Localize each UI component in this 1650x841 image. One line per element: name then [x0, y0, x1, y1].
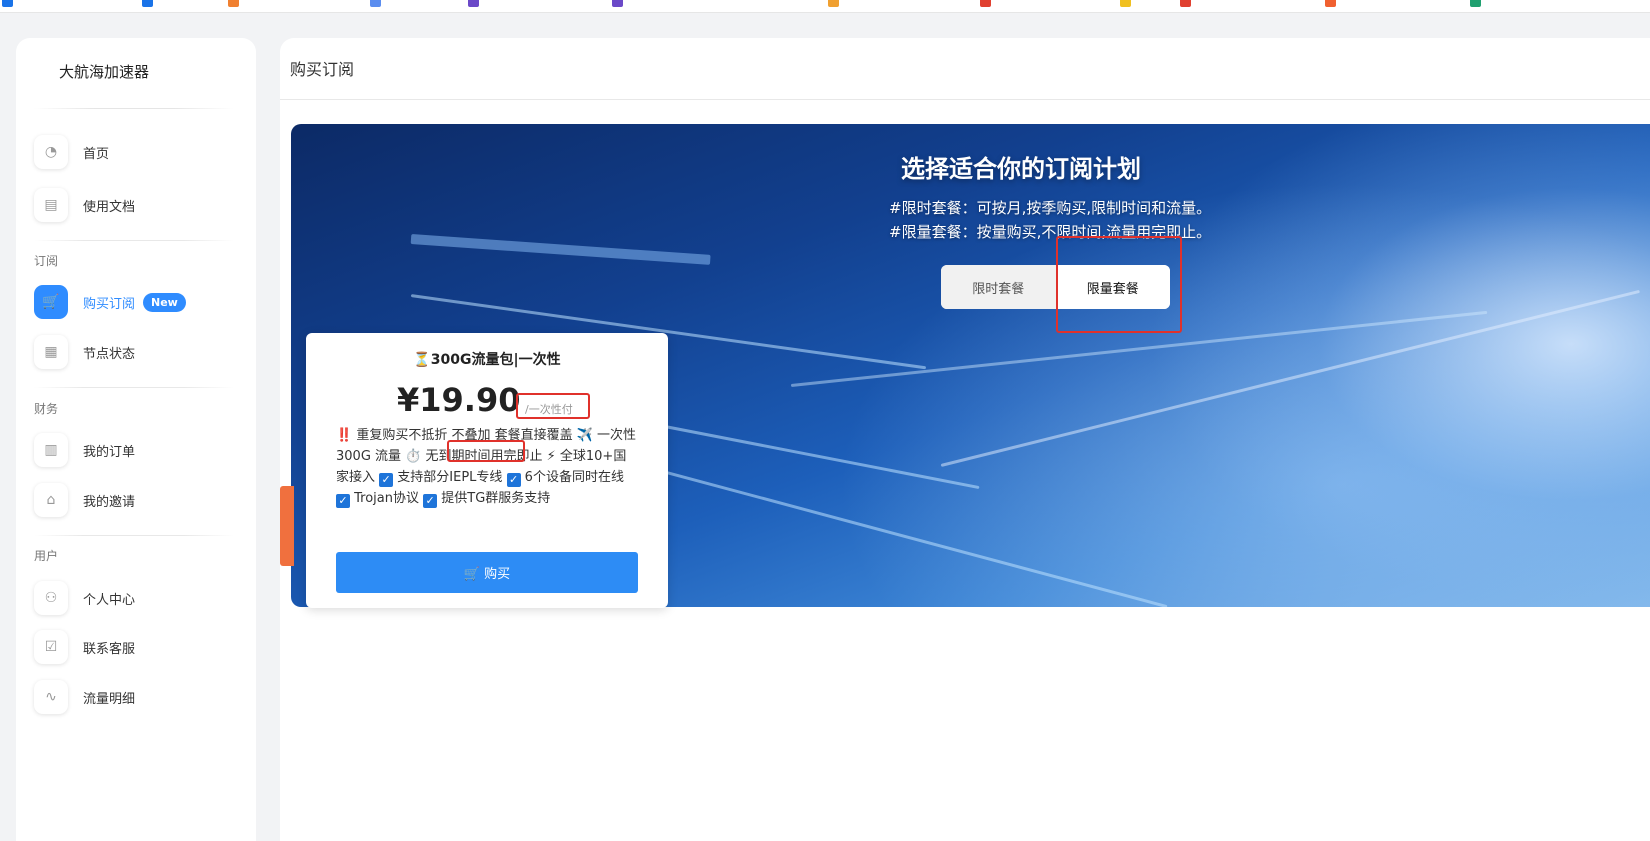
bookmark-item[interactable]: [468, 0, 483, 8]
bookmark-item[interactable]: [1120, 0, 1135, 8]
bookmark-item[interactable]: [228, 0, 243, 8]
section-divider: [34, 535, 234, 536]
plan-card: ⏳300G流量包|一次性 ¥19.90 /一次性付 ‼️ 重复购买不抵折 不叠加…: [306, 333, 668, 608]
bookmark-favicon-icon: [612, 0, 623, 7]
bookmark-favicon-icon: [370, 0, 381, 7]
tab-time-limited-plan[interactable]: 限时套餐: [941, 265, 1056, 309]
annotation-highlight-box: [1056, 236, 1182, 333]
bookmarks-bar: [0, 0, 1650, 13]
section-title-finance: 财务: [34, 402, 59, 416]
gift-icon: ⌂: [34, 483, 68, 517]
bookmark-favicon-icon: [1470, 0, 1481, 7]
sidebar-item-my-orders[interactable]: ▥ 我的订单: [34, 432, 244, 468]
sidebar-item-label: 购买订阅: [83, 296, 136, 312]
bookmark-favicon-icon: [142, 0, 153, 7]
bookmark-item[interactable]: [142, 0, 157, 8]
sidebar-item-label: 流量明细: [83, 691, 136, 707]
annotation-highlight-box: [447, 440, 525, 462]
check-icon: ✓: [506, 473, 521, 487]
bookmark-favicon-icon: [1325, 0, 1336, 7]
sidebar-item-label: 首页: [83, 146, 110, 162]
annotation-highlight-box: [516, 393, 590, 419]
sidebar: 大航海加速器 ◔ 首页 ▤ 使用文档 订阅 🛒 购买订阅 New ▦ 节点状态 …: [16, 38, 256, 841]
check-icon: ✓: [336, 494, 350, 508]
grid-icon: ▦: [34, 335, 68, 369]
brand-title: 大航海加速器: [59, 63, 150, 81]
feature-text: 提供TG群服务支持: [437, 491, 551, 506]
sidebar-item-node-status[interactable]: ▦ 节点状态: [34, 334, 244, 370]
feature-text: Trojan协议: [350, 491, 424, 506]
sidebar-item-home[interactable]: ◔ 首页: [34, 134, 244, 170]
section-title-user: 用户: [34, 549, 59, 563]
sidebar-item-label: 个人中心: [83, 592, 136, 608]
section-divider: [34, 240, 234, 241]
new-badge: New: [143, 292, 186, 312]
check-icon: ✓: [379, 473, 394, 487]
side-tab: [280, 486, 294, 566]
sidebar-item-profile[interactable]: ⚇ 个人中心: [34, 580, 244, 616]
sidebar-item-support[interactable]: ☑ 联系客服: [34, 629, 244, 665]
decor-streak: [940, 289, 1640, 467]
sidebar-item-label: 使用文档: [83, 199, 136, 215]
feature-text: 支持部分IEPL专线: [393, 470, 507, 485]
hero-title: 选择适合你的订阅计划: [901, 155, 1141, 183]
sidebar-item-label: 节点状态: [83, 346, 136, 362]
dashboard-icon: ◔: [34, 135, 68, 169]
bookmark-favicon-icon: [828, 0, 839, 7]
buy-button[interactable]: 🛒 购买: [336, 552, 638, 593]
bookmark-favicon-icon: [2, 0, 13, 7]
sidebar-item-label: 联系客服: [83, 641, 136, 657]
sidebar-item-label: 我的订单: [83, 444, 136, 460]
bookmark-favicon-icon: [980, 0, 991, 7]
bookmark-item[interactable]: [2, 0, 17, 8]
sidebar-item-buy-subscription[interactable]: 🛒 购买订阅 New: [34, 284, 244, 320]
hero-description-line: #限时套餐：可按月,按季购买,限制时间和流量。: [889, 199, 1212, 217]
support-icon: ☑: [34, 630, 68, 664]
pulse-icon: ∿: [34, 680, 68, 714]
decor-streak: [410, 234, 711, 265]
plan-title: ⏳300G流量包|一次性: [413, 352, 561, 368]
bookmark-item[interactable]: [370, 0, 385, 8]
bookmark-item[interactable]: [1470, 0, 1485, 8]
sidebar-item-label: 我的邀请: [83, 494, 136, 510]
bookmark-favicon-icon: [1120, 0, 1131, 7]
section-divider: [34, 387, 234, 388]
plan-features: ‼️ 重复购买不抵折 不叠加 套餐直接覆盖 ✈️ 一次性 300G 流量 ⏱️ …: [336, 425, 638, 509]
user-icon: ⚇: [34, 581, 68, 615]
check-icon: ✓: [423, 494, 438, 508]
clipboard-icon: ▥: [34, 433, 68, 467]
feature-text: 6个设备同时在线: [520, 470, 624, 485]
bookmark-item[interactable]: [980, 0, 995, 8]
document-icon: ▤: [34, 188, 68, 222]
page-title: 购买订阅: [290, 60, 355, 79]
bookmark-favicon-icon: [468, 0, 479, 7]
brand-divider: [34, 108, 234, 109]
plan-price: ¥19.90: [397, 381, 521, 419]
bookmark-item[interactable]: [612, 0, 627, 8]
cart-icon: 🛒: [34, 285, 68, 319]
bookmark-item[interactable]: [1180, 0, 1195, 8]
sidebar-item-traffic-detail[interactable]: ∿ 流量明细: [34, 679, 244, 715]
header-divider: [280, 99, 1650, 100]
section-title-subscription: 订阅: [34, 254, 59, 268]
bookmark-favicon-icon: [228, 0, 239, 7]
bookmark-favicon-icon: [1180, 0, 1191, 7]
sidebar-item-my-invites[interactable]: ⌂ 我的邀请: [34, 482, 244, 518]
bookmark-item[interactable]: [828, 0, 843, 8]
bookmark-item[interactable]: [1325, 0, 1340, 8]
sidebar-item-docs[interactable]: ▤ 使用文档: [34, 187, 244, 223]
